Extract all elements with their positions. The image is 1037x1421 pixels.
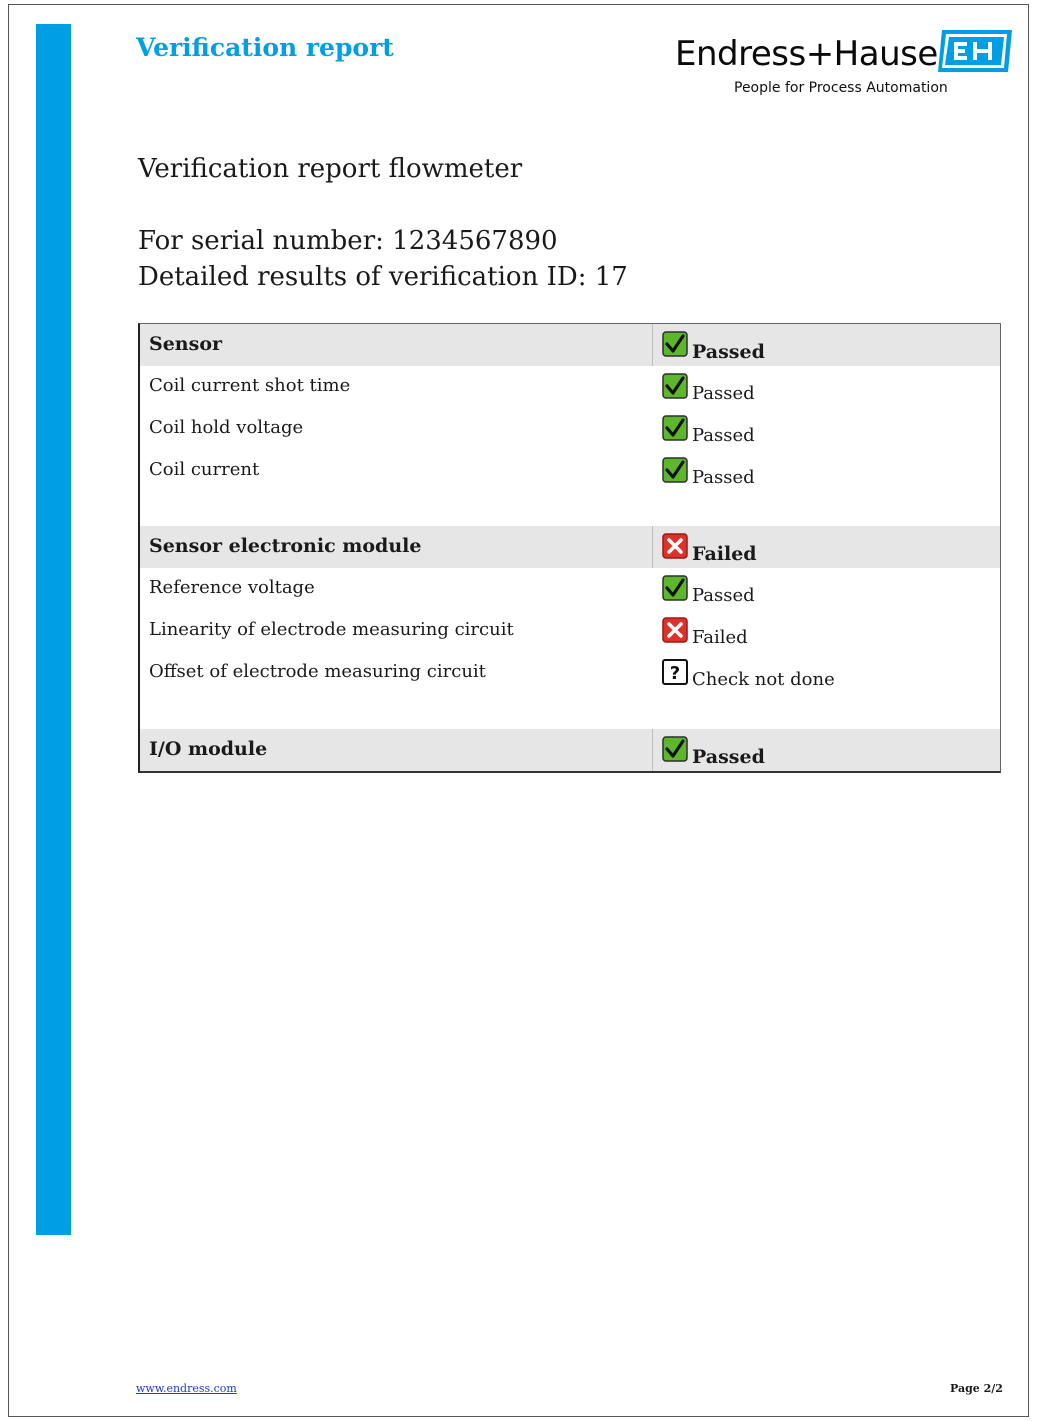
check-icon xyxy=(662,415,688,441)
group-status: Passed xyxy=(662,331,765,363)
group-status: Passed xyxy=(662,736,765,768)
check-icon xyxy=(662,331,688,357)
verification-id-line: Detailed results of verification ID: 17 xyxy=(138,262,628,292)
group-row-io-module: I/O module Passed xyxy=(140,729,1000,771)
cross-icon xyxy=(662,617,688,643)
group-label: Sensor xyxy=(149,333,223,355)
table-row: Offset of electrode measuring circuit Ch… xyxy=(149,659,835,690)
table-row: Coil current Passed xyxy=(149,457,755,488)
brand-tagline: People for Process Automation xyxy=(734,80,948,96)
report-header-title: Verification report xyxy=(136,33,394,62)
cross-icon xyxy=(662,533,688,559)
group-label: Sensor electronic module xyxy=(149,535,422,557)
question-icon xyxy=(662,659,688,685)
table-row: Reference voltage Passed xyxy=(149,575,755,606)
website-link[interactable]: www.endress.com xyxy=(136,1382,237,1395)
table-row: Coil hold voltage Passed xyxy=(149,415,755,446)
brand-name: Endress+Hauser xyxy=(675,34,952,74)
verification-results-table: Sensor Passed Coil current shot time Pas… xyxy=(138,323,1001,773)
group-row-sensor-electronic-module: Sensor electronic module Failed xyxy=(140,526,1000,568)
table-row: Linearity of electrode measuring circuit… xyxy=(149,617,748,648)
group-label: I/O module xyxy=(149,738,268,760)
page-number: Page 2/2 xyxy=(950,1382,1003,1395)
side-accent-bar xyxy=(36,24,71,1235)
check-icon xyxy=(662,373,688,399)
serial-number-line: For serial number: 1234567890 xyxy=(138,226,558,256)
group-row-sensor: Sensor Passed xyxy=(140,324,1000,366)
endress-hauser-logo-icon xyxy=(936,30,1012,72)
check-icon xyxy=(662,736,688,762)
table-row: Coil current shot time Passed xyxy=(149,373,755,404)
check-icon xyxy=(662,457,688,483)
group-status: Failed xyxy=(662,533,757,565)
check-icon xyxy=(662,575,688,601)
document-title: Verification report flowmeter xyxy=(138,154,523,184)
